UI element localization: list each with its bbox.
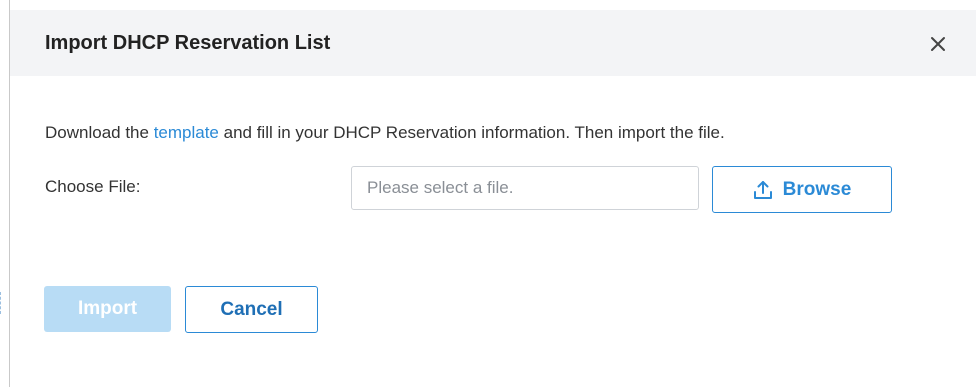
cancel-button[interactable]: Cancel — [185, 286, 318, 333]
background-window-edge — [0, 0, 9, 387]
dialog-header: Import DHCP Reservation List — [10, 10, 976, 76]
import-button[interactable]: Import — [44, 286, 171, 332]
instruction-text: Download the template and fill in your D… — [45, 123, 725, 143]
instruction-suffix: and fill in your DHCP Reservation inform… — [218, 123, 725, 142]
import-label: Import — [77, 298, 138, 319]
browse-label: Browse — [782, 178, 852, 200]
import-dialog: Import DHCP Reservation List Download th… — [10, 0, 976, 387]
close-icon[interactable] — [926, 32, 950, 56]
page: Import DHCP Reservation List Download th… — [0, 0, 976, 387]
background-focus-marker — [0, 292, 4, 314]
upload-icon — [753, 180, 772, 199]
file-path-input[interactable] — [351, 166, 699, 210]
choose-file-label: Choose File: — [45, 177, 141, 196]
instruction-prefix: Download the — [45, 123, 154, 142]
browse-button[interactable]: Browse — [712, 166, 892, 213]
cancel-label: Cancel — [220, 298, 283, 320]
template-link[interactable]: template — [154, 123, 219, 142]
dialog-title: Import DHCP Reservation List — [45, 32, 331, 54]
